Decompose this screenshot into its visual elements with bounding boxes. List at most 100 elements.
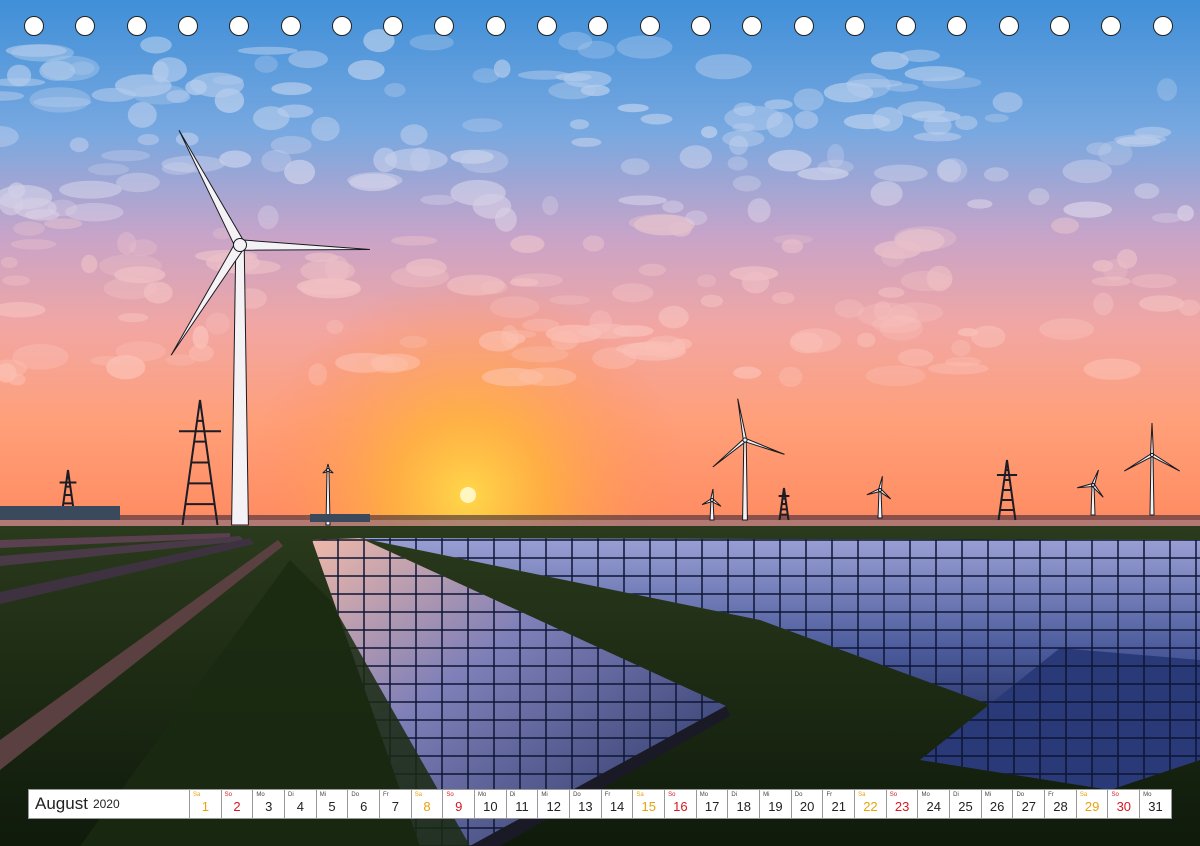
cloud [700, 294, 724, 308]
day-cell: Fr 28 [1045, 790, 1077, 818]
cloud [101, 150, 151, 162]
cloud [569, 119, 590, 130]
cloud [405, 258, 447, 277]
weekday-label: So [224, 792, 233, 798]
weekday-label: Di [731, 792, 738, 798]
day-number: 22 [863, 799, 878, 814]
cloud [898, 348, 934, 367]
cloud [722, 130, 765, 147]
cloud [772, 292, 795, 304]
day-number: 11 [515, 799, 529, 814]
cloud [370, 353, 421, 372]
cloud [874, 164, 928, 182]
binding-hole-icon [229, 16, 250, 36]
cloud [857, 332, 876, 348]
cloud [984, 167, 1009, 182]
day-cell: Mo 24 [918, 790, 951, 818]
cloud [733, 102, 756, 117]
cloud [589, 310, 612, 335]
day-number: 3 [265, 799, 273, 814]
month-year: 2020 [92, 797, 120, 811]
cloud [493, 59, 511, 78]
cloud [843, 114, 891, 130]
cloud [747, 198, 771, 223]
cloud [127, 102, 157, 128]
cloud [254, 55, 278, 73]
weekday-label: Sa [858, 792, 866, 798]
cloud [132, 84, 188, 105]
cloud [480, 280, 508, 295]
binding-hole-icon [24, 16, 44, 36]
day-cell: So 16 [665, 790, 697, 818]
weekday-label: Fr [826, 792, 833, 798]
cloud [326, 319, 344, 335]
cloud [938, 158, 968, 183]
cloud [510, 235, 545, 254]
cloud [1134, 126, 1172, 138]
cloud [1152, 212, 1182, 223]
day-cells: Sa 1 So 2 Mo 3 Di 4 Mi 5 Do 6 Fr 7 Sa 8 So 9 Mo 10 Di 11 Mi 12 D… [190, 790, 1171, 818]
cloud [640, 113, 673, 125]
cloud [118, 313, 149, 323]
month-name: August [35, 794, 88, 813]
day-cell: Mi 26 [982, 790, 1014, 818]
cloud [897, 101, 946, 119]
cloud [1116, 249, 1138, 269]
cloud [311, 116, 340, 142]
cloud [613, 325, 654, 337]
cloud [928, 362, 989, 375]
cloud [117, 232, 137, 255]
cloud [185, 79, 207, 96]
cloud [7, 64, 32, 87]
weekday-label: Do [351, 792, 360, 798]
day-cell: Mi 19 [760, 790, 792, 818]
cloud [701, 126, 718, 139]
day-number: 26 [989, 799, 1005, 814]
weekday-label: Di [953, 792, 959, 798]
day-number: 20 [799, 799, 815, 814]
cloud [384, 83, 406, 97]
cloud [1134, 183, 1160, 199]
day-cell: Do 20 [792, 790, 824, 818]
weekday-label: So [889, 792, 898, 798]
cloud [781, 239, 803, 254]
day-cell: Mo 17 [697, 790, 729, 818]
weekday-label: Sa [636, 792, 644, 798]
cloud [8, 182, 26, 199]
cloud [1062, 159, 1112, 184]
weekday-label: So [1111, 792, 1119, 798]
binding-hole-icon [177, 16, 198, 36]
cloud [967, 199, 993, 209]
day-number: 12 [546, 799, 561, 814]
cloud [489, 296, 540, 319]
day-cell: Sa 1 [190, 790, 222, 818]
cloud [165, 354, 197, 366]
weekday-label: Mi [541, 792, 548, 798]
cloud [391, 235, 438, 246]
binding-hole-icon [1152, 16, 1173, 36]
cloud [955, 115, 978, 131]
cloud [103, 277, 157, 300]
binding-hole-icon [331, 16, 352, 36]
day-number: 18 [736, 799, 751, 814]
day-cell: Sa 15 [633, 790, 666, 818]
cloud [99, 254, 162, 278]
weekday-label: Do [1016, 792, 1025, 798]
day-cell: Mo 3 [253, 790, 286, 818]
cloud [1093, 292, 1114, 316]
cloud [592, 347, 637, 370]
day-cell: Do 27 [1013, 790, 1046, 818]
cloud [59, 180, 122, 199]
calendar-strip: August 2020 Sa 1 So 2 Mo 3 Di 4 Mi 5 Do 6 Fr 7 Sa 8 So 9 M… [28, 789, 1172, 819]
cloud [2, 275, 30, 286]
day-number: 21 [831, 799, 846, 814]
day-cell: Di 25 [950, 790, 982, 818]
binding-hole-icon [434, 16, 455, 36]
cloud [984, 113, 1009, 123]
binding-hole-icon [947, 16, 968, 36]
weekday-label: Sa [414, 792, 423, 798]
day-number: 15 [641, 799, 656, 814]
cloud [620, 158, 650, 176]
day-cell: Do 6 [348, 790, 381, 818]
cloud [662, 200, 684, 213]
